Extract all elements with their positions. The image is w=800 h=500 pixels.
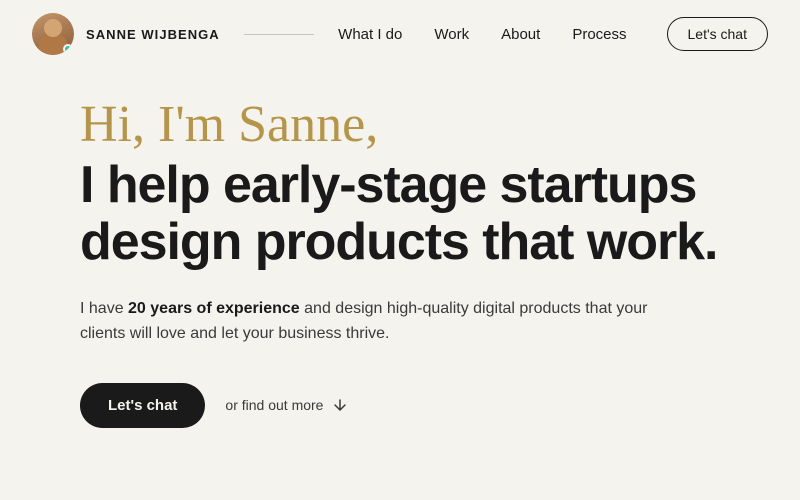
nav-divider — [244, 34, 314, 35]
nav-link-process[interactable]: Process — [572, 26, 626, 43]
nav-brand: SANNE WIJBENGA — [32, 13, 220, 55]
hero-greeting: Hi, I'm Sanne, — [80, 96, 720, 153]
arrow-down-icon — [331, 396, 349, 414]
nav-link-work[interactable]: Work — [434, 26, 469, 43]
find-out-more-label: or find out more — [225, 397, 323, 413]
navbar: SANNE WIJBENGA What I do Work About Proc… — [0, 0, 800, 68]
hero-body-prefix: I have — [80, 300, 128, 317]
hero-actions: Let's chat or find out more — [80, 383, 720, 428]
nav-links: What I do Work About Process Let's chat — [338, 17, 768, 51]
hero-body-text: I have 20 years of experience and design… — [80, 296, 660, 347]
nav-name: SANNE WIJBENGA — [86, 27, 220, 42]
nav-link-what-i-do[interactable]: What I do — [338, 26, 402, 43]
hero-headline: I help early-stage startups design produ… — [80, 157, 720, 271]
nav-link-about[interactable]: About — [501, 26, 540, 43]
hero-section: Hi, I'm Sanne, I help early-stage startu… — [0, 68, 800, 428]
hero-headline-line1: I help early-stage startups — [80, 156, 696, 214]
hero-headline-line2: design products that work. — [80, 213, 717, 271]
find-out-more-link[interactable]: or find out more — [225, 396, 349, 414]
avatar-online-dot — [63, 44, 73, 54]
hero-cta-button[interactable]: Let's chat — [80, 383, 205, 428]
avatar — [32, 13, 74, 55]
hero-body-bold: 20 years of experience — [128, 300, 300, 317]
nav-cta-button[interactable]: Let's chat — [667, 17, 769, 51]
